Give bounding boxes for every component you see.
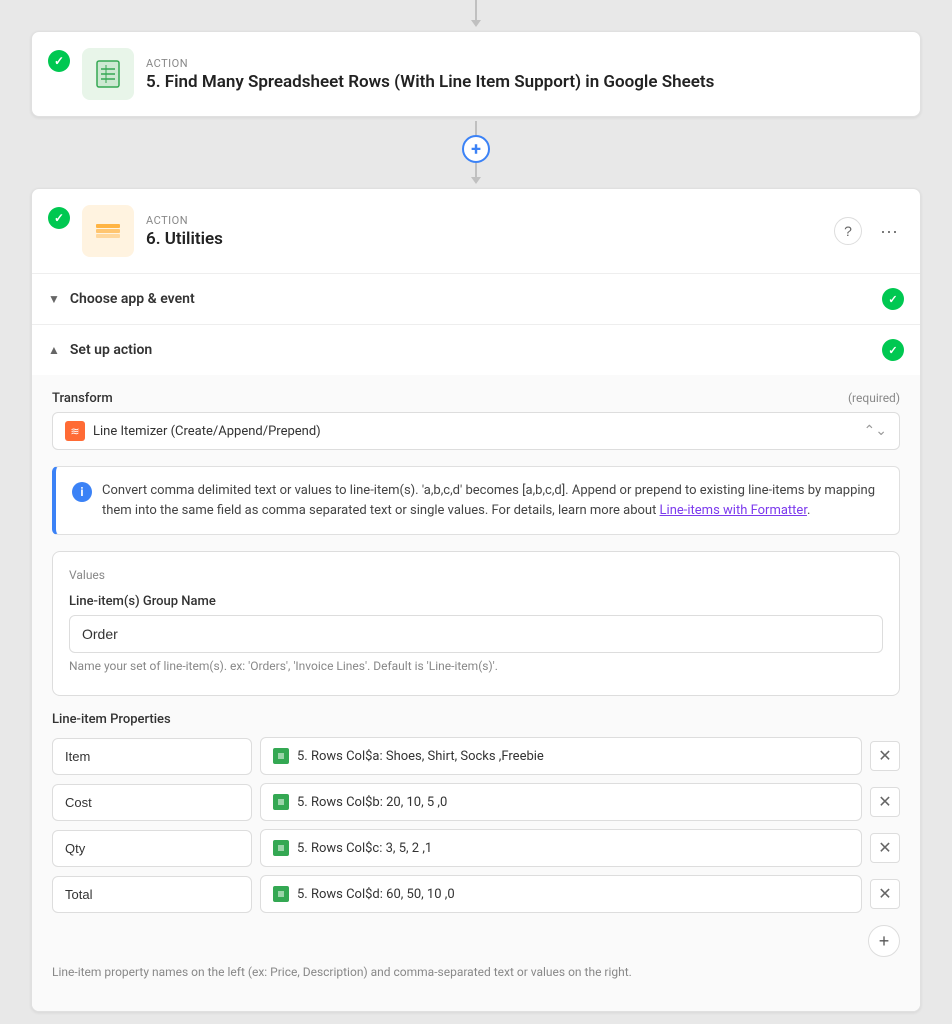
step5-card: Action 5. Find Many Spreadsheet Rows (Wi… [31, 31, 921, 117]
line-item-section: Line-item Properties 5. Rows Col$a: Shoe… [52, 712, 900, 979]
transform-label: Transform (required) [52, 391, 900, 406]
step5-icon [82, 48, 134, 100]
group-name-hint: Name your set of line-item(s). ex: 'Orde… [69, 659, 883, 673]
choose-app-title: Choose app & event [70, 291, 195, 307]
values-title: Values [69, 568, 883, 582]
line-item-value-1[interactable]: 5. Rows Col$b: 20, 10, 5 ,0 [260, 783, 862, 821]
step5-info: Action 5. Find Many Spreadsheet Rows (Wi… [146, 57, 904, 92]
line-item-key-2[interactable] [52, 830, 252, 867]
line-item-value-text-3: 5. Rows Col$d: 60, 50, 10 ,0 [297, 887, 455, 902]
add-step-container: + [462, 121, 490, 184]
connector-line-2 [475, 163, 477, 177]
info-icon: i [72, 482, 92, 502]
step6-action-label: Action [146, 214, 822, 227]
line-item-value-3[interactable]: 5. Rows Col$d: 60, 50, 10 ,0 [260, 875, 862, 913]
step6-actions: ? ··· [834, 217, 904, 245]
line-item-section-title: Line-item Properties [52, 712, 900, 727]
setup-action-header[interactable]: ▲ Set up action [32, 325, 920, 375]
sheets-tag-3 [273, 886, 289, 902]
transform-select-icon: ≋ [65, 421, 85, 441]
table-row: 5. Rows Col$b: 20, 10, 5 ,0 ✕ [52, 783, 900, 821]
line-item-key-0[interactable] [52, 738, 252, 775]
info-text: Convert comma delimited text or values t… [102, 481, 883, 520]
setup-action-title: Set up action [70, 342, 152, 358]
step6-more-button[interactable]: ··· [874, 219, 904, 244]
step6-icon [82, 205, 134, 257]
table-row: 5. Rows Col$d: 60, 50, 10 ,0 ✕ [52, 875, 900, 913]
line-item-key-3[interactable] [52, 876, 252, 913]
add-step-button[interactable]: + [462, 135, 490, 163]
step6-title: 6. Utilities [146, 229, 822, 249]
step5-title: 5. Find Many Spreadsheet Rows (With Line… [146, 72, 904, 92]
info-link[interactable]: Line-items with Formatter [660, 503, 807, 518]
remove-button-0[interactable]: ✕ [870, 741, 900, 771]
setup-action-chevron: ▲ [48, 343, 60, 357]
line-item-value-text-2: 5. Rows Col$c: 3, 5, 2 ,1 [297, 841, 432, 856]
step5-check-icon [48, 50, 70, 72]
setup-content: Transform (required) ≋ Line Itemizer (Cr… [32, 375, 920, 1011]
footer-hint: Line-item property names on the left (ex… [52, 965, 900, 979]
transform-select-arrow: ⌃⌄ [864, 423, 887, 439]
transform-required: (required) [848, 391, 900, 406]
transform-select[interactable]: ≋ Line Itemizer (Create/Append/Prepend) … [52, 412, 900, 450]
line-item-key-1[interactable] [52, 784, 252, 821]
group-name-field-group: Line-item(s) Group Name Name your set of… [69, 594, 883, 673]
values-section: Values Line-item(s) Group Name Name your… [52, 551, 900, 696]
step6-check-icon [48, 207, 70, 229]
group-name-input[interactable] [69, 615, 883, 653]
remove-button-1[interactable]: ✕ [870, 787, 900, 817]
group-name-label: Line-item(s) Group Name [69, 594, 883, 609]
line-item-value-text-0: 5. Rows Col$a: Shoes, Shirt, Socks ,Free… [297, 749, 544, 764]
transform-field-group: Transform (required) ≋ Line Itemizer (Cr… [52, 391, 900, 450]
step5-action-label: Action [146, 57, 904, 70]
remove-button-3[interactable]: ✕ [870, 879, 900, 909]
table-row: 5. Rows Col$c: 3, 5, 2 ,1 ✕ [52, 829, 900, 867]
step6-info: Action 6. Utilities [146, 214, 822, 249]
line-item-value-2[interactable]: 5. Rows Col$c: 3, 5, 2 ,1 [260, 829, 862, 867]
transform-select-value: Line Itemizer (Create/Append/Prepend) [93, 424, 864, 439]
connector-arrow [471, 177, 481, 184]
line-item-value-0[interactable]: 5. Rows Col$a: Shoes, Shirt, Socks ,Free… [260, 737, 862, 775]
line-item-value-text-1: 5. Rows Col$b: 20, 10, 5 ,0 [297, 795, 447, 810]
top-arrow [471, 20, 481, 27]
choose-app-header[interactable]: ▼ Choose app & event [32, 274, 920, 324]
transform-label-text: Transform [52, 391, 113, 406]
table-row: 5. Rows Col$a: Shoes, Shirt, Socks ,Free… [52, 737, 900, 775]
sheets-tag-2 [273, 840, 289, 856]
setup-action-header-left: ▲ Set up action [48, 342, 152, 358]
workflow-container: Action 5. Find Many Spreadsheet Rows (Wi… [0, 0, 952, 1012]
choose-app-section: ▼ Choose app & event [32, 273, 920, 324]
sheets-tag-0 [273, 748, 289, 764]
connector-line-1 [475, 121, 477, 135]
step6-header: Action 6. Utilities ? ··· [32, 189, 920, 273]
step6-card: Action 6. Utilities ? ··· ▼ Choose app &… [31, 188, 921, 1012]
choose-app-chevron: ▼ [48, 292, 60, 306]
sheets-tag-1 [273, 794, 289, 810]
setup-action-section: ▲ Set up action Transform (required) ≋ L… [32, 324, 920, 1011]
add-property-button[interactable]: + [868, 925, 900, 957]
group-name-label-text: Line-item(s) Group Name [69, 594, 216, 609]
step6-help-button[interactable]: ? [834, 217, 862, 245]
setup-action-check [882, 339, 904, 361]
remove-button-2[interactable]: ✕ [870, 833, 900, 863]
top-connector-line [475, 0, 477, 20]
choose-app-check [882, 288, 904, 310]
choose-app-header-left: ▼ Choose app & event [48, 291, 195, 307]
info-box: i Convert comma delimited text or values… [52, 466, 900, 535]
